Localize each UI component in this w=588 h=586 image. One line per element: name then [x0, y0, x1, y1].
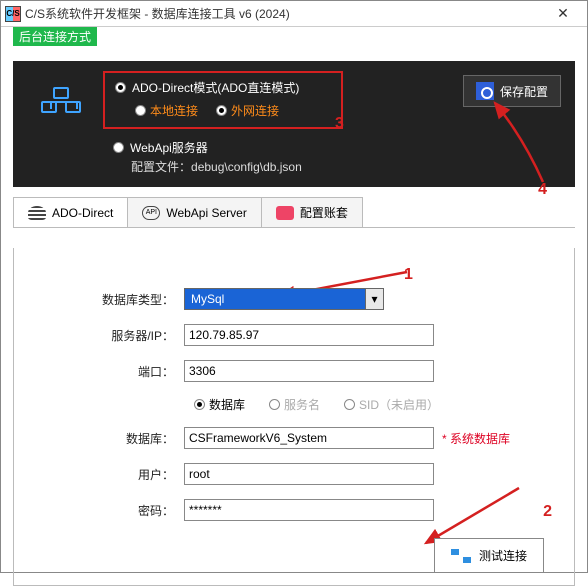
annotation-2: 2 [543, 503, 552, 521]
mode-sid-label: SID（未启用） [359, 396, 439, 413]
network-icon [41, 87, 81, 113]
tab-ado[interactable]: ADO-Direct [13, 197, 128, 227]
mode-svc-label: 服务名 [284, 396, 320, 413]
tab-account-label: 配置账套 [300, 204, 348, 221]
user-label: 用户： [44, 466, 184, 483]
tab-ado-label: ADO-Direct [52, 206, 113, 220]
local-conn-radio[interactable] [135, 105, 146, 116]
db-type-select[interactable]: MySql ▾ [184, 288, 384, 310]
ado-mode-box: ADO-Direct模式(ADO直连模式) 本地连接 外网连接 [103, 71, 343, 129]
server-input[interactable] [184, 324, 434, 346]
form-area: 1 数据库类型： MySql ▾ 服务器/IP： 端口： 数据库 服务名 [13, 248, 575, 586]
local-conn-label: 本地连接 [150, 102, 198, 119]
save-icon [476, 82, 494, 100]
mode-svc-radio[interactable] [269, 399, 280, 410]
db-type-label: 数据库类型： [44, 291, 184, 308]
port-label: 端口： [44, 363, 184, 380]
close-button[interactable]: ✕ [543, 1, 583, 27]
annotation-4: 4 [538, 181, 547, 199]
tab-webapi-label: WebApi Server [166, 206, 246, 220]
test-connection-icon [451, 549, 471, 563]
pwd-label: 密码： [44, 502, 184, 519]
db-label: 数据库： [44, 430, 184, 447]
account-icon [276, 206, 294, 220]
config-path: debug\config\db.json [191, 160, 302, 174]
mode-db-label: 数据库 [209, 396, 245, 413]
window-title: C/S系统软件开发框架 - 数据库连接工具 v6 (2024) [25, 5, 543, 22]
external-conn-radio[interactable] [216, 105, 227, 116]
save-button[interactable]: 保存配置 [463, 75, 561, 107]
tab-webapi[interactable]: API WebApi Server [127, 197, 261, 227]
chevron-down-icon[interactable]: ▾ [365, 289, 383, 309]
annotation-1: 1 [404, 266, 413, 284]
section-tag: 后台连接方式 [13, 27, 97, 46]
webapi-mode-label: WebApi服务器 [130, 139, 208, 156]
db-type-value: MySql [191, 292, 224, 306]
test-connection-button[interactable]: 测试连接 [434, 538, 544, 573]
database-icon [28, 206, 46, 220]
external-conn-label: 外网连接 [231, 102, 279, 119]
mode-db-radio[interactable] [194, 399, 205, 410]
config-prefix: 配置文件： [131, 160, 191, 174]
port-input[interactable] [184, 360, 434, 382]
titlebar: C/S C/S系统软件开发框架 - 数据库连接工具 v6 (2024) ✕ [1, 1, 587, 27]
db-input[interactable] [184, 427, 434, 449]
app-icon: C/S [5, 6, 21, 22]
annotation-3: 3 [335, 115, 344, 133]
tabstrip: ADO-Direct API WebApi Server 配置账套 [13, 197, 575, 228]
db-note: * 系统数据库 [442, 430, 510, 447]
user-input[interactable] [184, 463, 434, 485]
ado-mode-radio[interactable] [115, 82, 126, 93]
server-label: 服务器/IP： [44, 327, 184, 344]
pwd-input[interactable] [184, 499, 434, 521]
mode-sid-radio[interactable] [344, 399, 355, 410]
ado-mode-label: ADO-Direct模式(ADO直连模式) [132, 79, 299, 96]
connection-mode-panel: ADO-Direct模式(ADO直连模式) 本地连接 外网连接 WebApi服务… [13, 61, 575, 187]
api-icon: API [142, 206, 160, 220]
webapi-mode-radio[interactable] [113, 142, 124, 153]
test-connection-label: 测试连接 [479, 547, 527, 564]
tab-account[interactable]: 配置账套 [261, 197, 363, 227]
save-button-label: 保存配置 [500, 83, 548, 100]
